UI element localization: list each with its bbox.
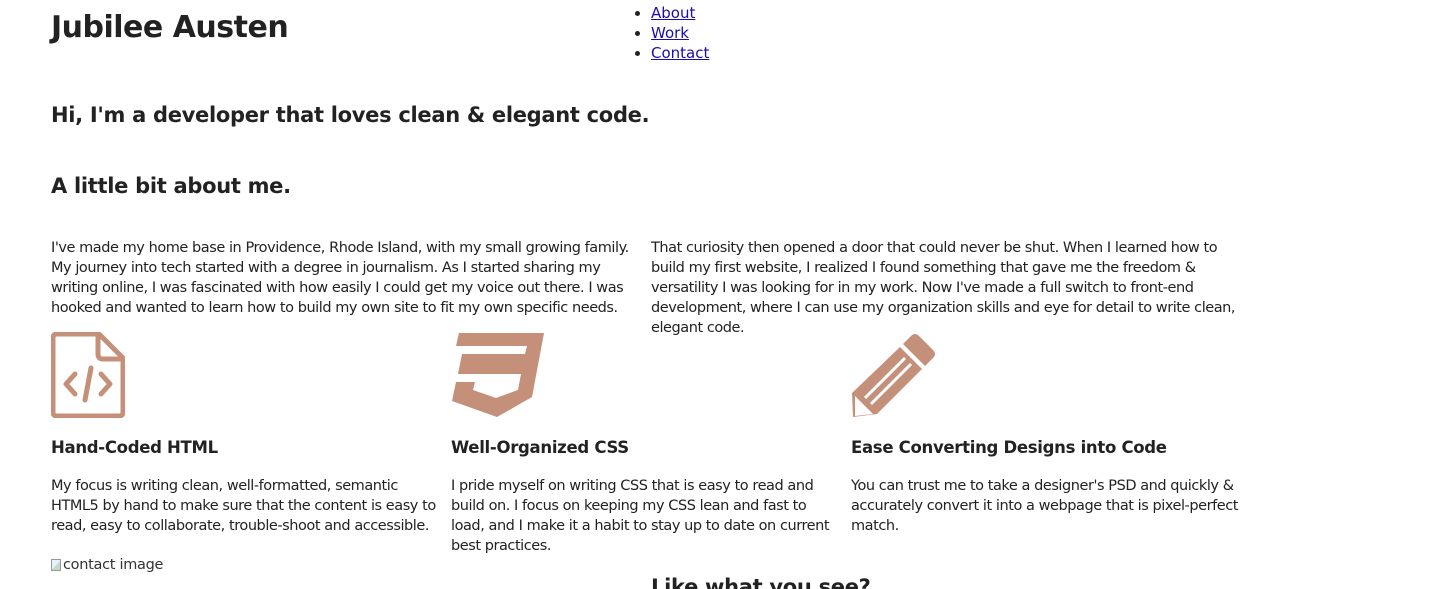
broken-image-icon xyxy=(51,559,61,571)
hero-heading: Hi, I'm a developer that loves clean & e… xyxy=(51,103,650,127)
skill-description: I pride myself on writing CSS that is ea… xyxy=(451,478,830,554)
nav-item-contact: Contact xyxy=(651,43,709,63)
skill-css: Well-Organized CSS I pride myself on wri… xyxy=(451,332,843,556)
skill-title: Hand-Coded HTML xyxy=(51,438,218,457)
skill-design-to-code: Ease Converting Designs into Code You ca… xyxy=(851,332,1243,536)
nav-link-about[interactable]: About xyxy=(651,4,695,22)
about-paragraph-left: I've made my home base in Providence, Rh… xyxy=(51,240,629,316)
about-paragraph-right: That curiosity then opened a door that c… xyxy=(651,240,1236,336)
main-nav: About Work Contact xyxy=(631,3,709,63)
page: Jubilee Austen About Work Contact Hi, I'… xyxy=(0,0,1443,589)
skill-html: Hand-Coded HTML My focus is writing clea… xyxy=(51,332,443,536)
contact-image-alt: contact image xyxy=(63,557,164,573)
about-heading: A little bit about me. xyxy=(51,174,291,198)
contact-heading: Like what you see? xyxy=(651,575,871,589)
skill-title: Ease Converting Designs into Code xyxy=(851,438,1167,457)
html-file-code-icon xyxy=(51,332,125,418)
css3-icon xyxy=(452,333,544,417)
nav-link-work[interactable]: Work xyxy=(651,24,689,42)
nav-item-about: About xyxy=(651,3,709,23)
site-title: Jubilee Austen xyxy=(51,10,289,45)
nav-link-contact[interactable]: Contact xyxy=(651,44,709,62)
pencil-icon xyxy=(852,334,935,417)
skill-description: You can trust me to take a designer's PS… xyxy=(851,478,1238,534)
contact-image: contact image xyxy=(51,555,163,575)
nav-item-work: Work xyxy=(651,23,709,43)
skill-description: My focus is writing clean, well-formatte… xyxy=(51,478,436,534)
skill-title: Well-Organized CSS xyxy=(451,438,629,457)
